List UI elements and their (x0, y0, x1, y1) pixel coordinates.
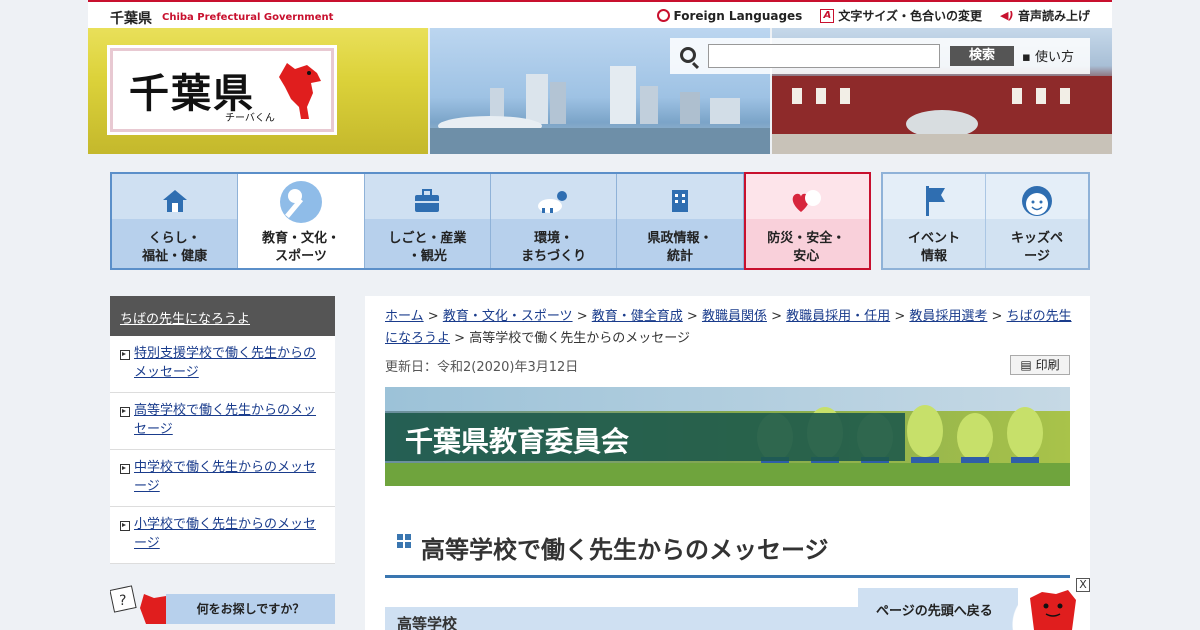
breadcrumb-staff[interactable]: 教職員関係 (702, 309, 767, 324)
utility-links: Foreign Languages A 文字サイズ・色合いの変更 ◀) 音声読み上げ (656, 7, 1090, 24)
kid-face-icon (1022, 186, 1052, 216)
global-nav: くらし・ 福祉・健康 教育・文化・ スポーツ しごと・産業 ・観光 環境・ まち… (110, 172, 871, 270)
nav-item-environment[interactable]: 環境・ まちづくり (490, 174, 618, 268)
search-input[interactable] (708, 44, 940, 68)
speaker-icon: ◀) (999, 8, 1014, 22)
flag-icon (926, 186, 945, 216)
sidebar-item-junior-high[interactable]: 中学校で働く先生からのメッセージ (110, 450, 335, 507)
print-button[interactable]: ▤ 印刷 (1010, 355, 1070, 375)
globe-icon (656, 9, 670, 22)
sidebar-item-special-support[interactable]: 特別支援学校で働く先生からのメッセージ (110, 336, 335, 393)
search-icon (680, 47, 696, 63)
breadcrumb-education[interactable]: 教育・文化・スポーツ (443, 309, 573, 324)
breadcrumb-sep: > (686, 309, 698, 324)
top-bar: 千葉県 Chiba Prefectural Government Foreign… (88, 0, 1112, 28)
nav-label-living: くらし・ 福祉・健康 (142, 231, 208, 264)
breadcrumb-sep: > (576, 309, 588, 324)
nav-item-kids[interactable]: キッズペ ージ (986, 174, 1088, 268)
logo-mascot-name: チーバくん (225, 113, 275, 124)
title-bullet-icon (397, 534, 411, 548)
header-banner: 千葉県 チーバくん 検索 ▪ 使い方 (88, 28, 1112, 154)
weather-icon (537, 191, 567, 213)
nav-item-education[interactable]: 教育・文化・ スポーツ (238, 174, 365, 268)
breadcrumb-youth[interactable]: 教育・健全育成 (592, 309, 683, 324)
text-size-icon: A (820, 8, 835, 23)
nav-label-government: 県政情報・ 統計 (647, 231, 713, 264)
sidebar-item-elementary[interactable]: 小学校で働く先生からのメッセージ (110, 507, 335, 564)
nav-label-safety: 防災・安全・ 安心 (767, 231, 846, 264)
search-help-label: 使い方 (1034, 50, 1074, 65)
breadcrumb-sep: > (771, 309, 783, 324)
breadcrumb-current: 高等学校で働く先生からのメッセージ (469, 331, 690, 346)
nav-label-work: しごと・産業 ・観光 (388, 231, 467, 264)
search-button[interactable]: 検索 (950, 46, 1014, 66)
site-search: 検索 ▪ 使い方 (670, 38, 1090, 74)
baseball-icon (279, 181, 322, 223)
hero-banner: 千葉県教育委員会 (385, 387, 1070, 486)
sidebar-item-high-school[interactable]: 高等学校で働く先生からのメッセージ (110, 393, 335, 450)
nav-label-kids: キッズペ ージ (1010, 231, 1063, 264)
site-subtitle: Chiba Prefectural Government (162, 12, 334, 23)
breadcrumb-sep: > (454, 331, 466, 346)
updated-date: 更新日：令和2(2020)年3月12日 (385, 360, 579, 375)
briefcase-icon (415, 189, 440, 212)
nav-item-events[interactable]: イベント 情報 (883, 174, 986, 268)
banner-rapeseed-field: 千葉県 チーバくん (88, 28, 428, 154)
breadcrumb-hiring[interactable]: 教職員採用・任用 (786, 309, 890, 324)
sidebar-heading[interactable]: ちばの先生になろうよ (110, 296, 335, 336)
breadcrumb: ホーム > 教育・文化・スポーツ > 教育・健全育成 > 教職員関係 > 教職員… (385, 306, 1075, 350)
nav-item-living[interactable]: くらし・ 福祉・健康 (112, 174, 239, 268)
search-help-link[interactable]: ▪ 使い方 (1022, 46, 1074, 65)
breadcrumb-sep: > (427, 309, 439, 324)
site-logo[interactable]: 千葉県 チーバくん (110, 48, 334, 132)
foreign-languages-label: Foreign Languages (673, 8, 803, 23)
hero-title: 千葉県教育委員会 (405, 425, 630, 458)
nav-item-safety[interactable]: 防災・安全・ 安心 (743, 174, 869, 268)
chiba-kun-mascot-icon (279, 63, 321, 119)
heart-icon (793, 190, 822, 212)
breadcrumb-sep: > (991, 309, 1003, 324)
building-icon (671, 190, 688, 212)
voice-reader-link[interactable]: ◀) 音声読み上げ (1000, 7, 1090, 24)
main-content: ホーム > 教育・文化・スポーツ > 教育・健全育成 > 教職員関係 > 教職員… (365, 296, 1090, 630)
breadcrumb-sep: > (894, 309, 906, 324)
page-title: 高等学校で働く先生からのメッセージ (421, 536, 829, 564)
page: 千葉県 Chiba Prefectural Government Foreign… (0, 0, 1200, 630)
foreign-languages-link[interactable]: Foreign Languages (656, 7, 803, 24)
search-prompt-box: ? 何をお探しですか？ (110, 584, 335, 624)
sidebar: ちばの先生になろうよ 特別支援学校で働く先生からのメッセージ 高等学校で働く先生… (110, 296, 335, 624)
search-prompt-label[interactable]: 何をお探しですか？ (166, 594, 335, 624)
back-to-top-button[interactable]: ページの先頭へ戻る (858, 588, 1018, 630)
secondary-nav: イベント 情報 キッズペ ージ (881, 172, 1090, 270)
voice-reader-label: 音声読み上げ (1017, 9, 1090, 23)
house-icon (162, 190, 187, 212)
text-size-label: 文字サイズ・色合いの変更 (838, 9, 982, 23)
svg-text:?: ? (119, 593, 126, 609)
page-title-block: 高等学校で働く先生からのメッセージ (385, 522, 1070, 578)
banner-red-building: 検索 ▪ 使い方 (670, 28, 1112, 154)
site-name[interactable]: 千葉県 (110, 8, 152, 28)
nav-label-education: 教育・文化・ スポーツ (261, 231, 340, 264)
print-label: 印刷 (1035, 358, 1060, 372)
nav-label-environment: 環境・ まちづくり (521, 231, 587, 264)
text-size-link[interactable]: A 文字サイズ・色合いの変更 (820, 7, 982, 24)
sidebar-list: 特別支援学校で働く先生からのメッセージ 高等学校で働く先生からのメッセージ 中学… (110, 336, 335, 564)
breadcrumb-exam[interactable]: 教員採用選考 (909, 309, 987, 324)
nav-item-government[interactable]: 県政情報・ 統計 (617, 174, 744, 268)
hero-grass (385, 463, 1070, 486)
breadcrumb-home[interactable]: ホーム (385, 309, 424, 324)
close-icon[interactable]: X (1076, 578, 1090, 592)
printer-icon: ▤ (1020, 358, 1036, 372)
nav-label-events: イベント 情報 (907, 231, 960, 264)
nav-item-work[interactable]: しごと・産業 ・観光 (364, 174, 491, 268)
